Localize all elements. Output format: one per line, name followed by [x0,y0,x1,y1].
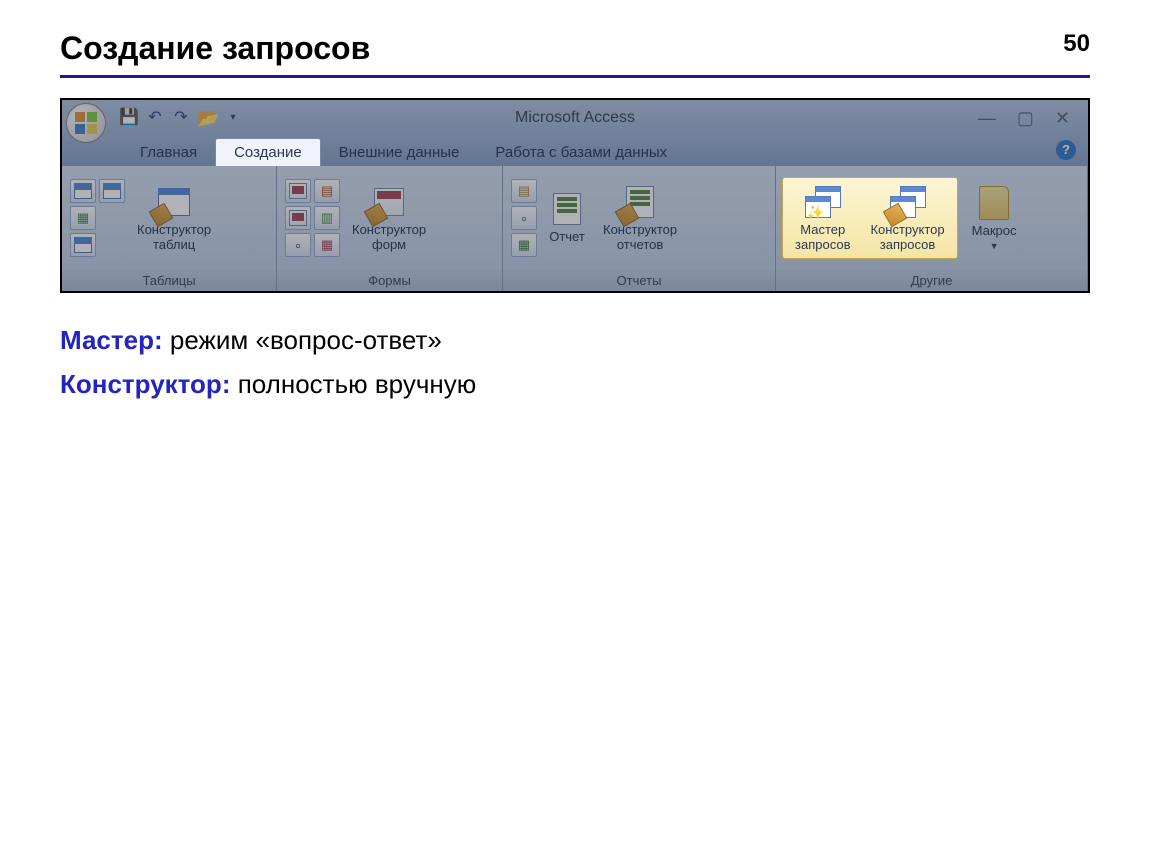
tab-create[interactable]: Создание [215,138,321,166]
multiple-items-button[interactable] [285,206,311,230]
group-other-label: Другие [776,270,1087,291]
slide-title: Создание запросов [60,30,370,67]
forms-small-buttons: ▤ ▥ ▫ ▦ [285,179,340,257]
descriptions: Мастер: режим «вопрос-ответ» Конструктор… [60,318,1090,406]
query-designer-label: Конструктор запросов [870,223,944,253]
slide-header: Создание запросов 50 [60,30,1090,78]
query-designer-button[interactable]: Конструктор запросов [860,180,954,257]
query-wizard-button[interactable]: ✨ Мастер запросов [785,180,860,257]
wizard-term: Мастер: [60,325,163,355]
sharepoint-lists-button[interactable]: ▦ [70,206,96,230]
wizard-description: Мастер: режим «вопрос-ответ» [60,318,1090,362]
query-wizard-label: Мастер запросов [795,223,850,253]
report-designer-button[interactable]: Конструктор отчетов [597,182,683,255]
macro-label: Макрос [972,224,1017,239]
group-other: ✨ Мастер запросов Конструктор запросов М… [776,166,1088,291]
table-designer-label: Конструктор таблиц [137,223,211,253]
query-buttons-highlight: ✨ Мастер запросов Конструктор запросов [782,177,958,260]
help-icon[interactable]: ? [1056,140,1076,160]
group-reports-label: Отчеты [503,270,775,291]
group-reports: ▤ ▫ ▦ Отчет Конструктор отчетов Отчеты [503,166,776,291]
page-number: 50 [1063,30,1090,58]
table-designer-button[interactable]: Конструктор таблиц [131,182,217,255]
titlebar: 💾 ↶ ↷ 📂 ▾ Microsoft Access — ▢ ✕ [62,100,1088,136]
split-form-button[interactable]: ▤ [314,179,340,203]
macro-button[interactable]: Макрос ▼ [966,183,1023,253]
ribbon-body: ▦ Конструктор таблиц Таблицы ▤ [62,166,1088,291]
group-forms: ▤ ▥ ▫ ▦ Конструктор форм Формы [277,166,503,291]
group-tables-label: Таблицы [62,270,276,291]
designer-term: Конструктор: [60,369,230,399]
report-designer-label: Конструктор отчетов [603,223,677,253]
report-wizard-button[interactable]: ▦ [511,233,537,257]
form-button[interactable] [285,179,311,203]
table-templates-button[interactable] [99,179,125,203]
report-button[interactable]: Отчет [543,189,591,247]
form-designer-label: Конструктор форм [352,223,426,253]
more-forms-button[interactable]: ▦ [314,233,340,257]
access-ribbon-screenshot: 💾 ↶ ↷ 📂 ▾ Microsoft Access — ▢ ✕ Главная… [60,98,1090,293]
tab-database-tools[interactable]: Работа с базами данных [477,139,685,166]
group-forms-label: Формы [277,270,502,291]
tab-home[interactable]: Главная [122,139,215,166]
form-designer-button[interactable]: Конструктор форм [346,182,432,255]
blank-report-button[interactable]: ▫ [511,206,537,230]
group-tables: ▦ Конструктор таблиц Таблицы [62,166,277,291]
designer-description: Конструктор: полностью вручную [60,362,1090,406]
labels-button[interactable]: ▤ [511,179,537,203]
tab-external-data[interactable]: Внешние данные [321,139,478,166]
wizard-text: режим «вопрос-ответ» [163,325,442,355]
app-title: Microsoft Access [62,109,1088,127]
table-button[interactable] [70,179,96,203]
designer-text: полностью вручную [230,369,476,399]
reports-small-buttons: ▤ ▫ ▦ [511,179,537,257]
table-extra-button[interactable] [70,233,96,257]
blank-form-button[interactable]: ▫ [285,233,311,257]
ribbon-tabs: Главная Создание Внешние данные Работа с… [62,136,1088,166]
report-label: Отчет [549,230,585,245]
pivot-chart-button[interactable]: ▥ [314,206,340,230]
office-button[interactable] [66,103,106,143]
macro-dropdown-icon[interactable]: ▼ [990,241,999,251]
tables-small-buttons: ▦ [70,179,125,257]
